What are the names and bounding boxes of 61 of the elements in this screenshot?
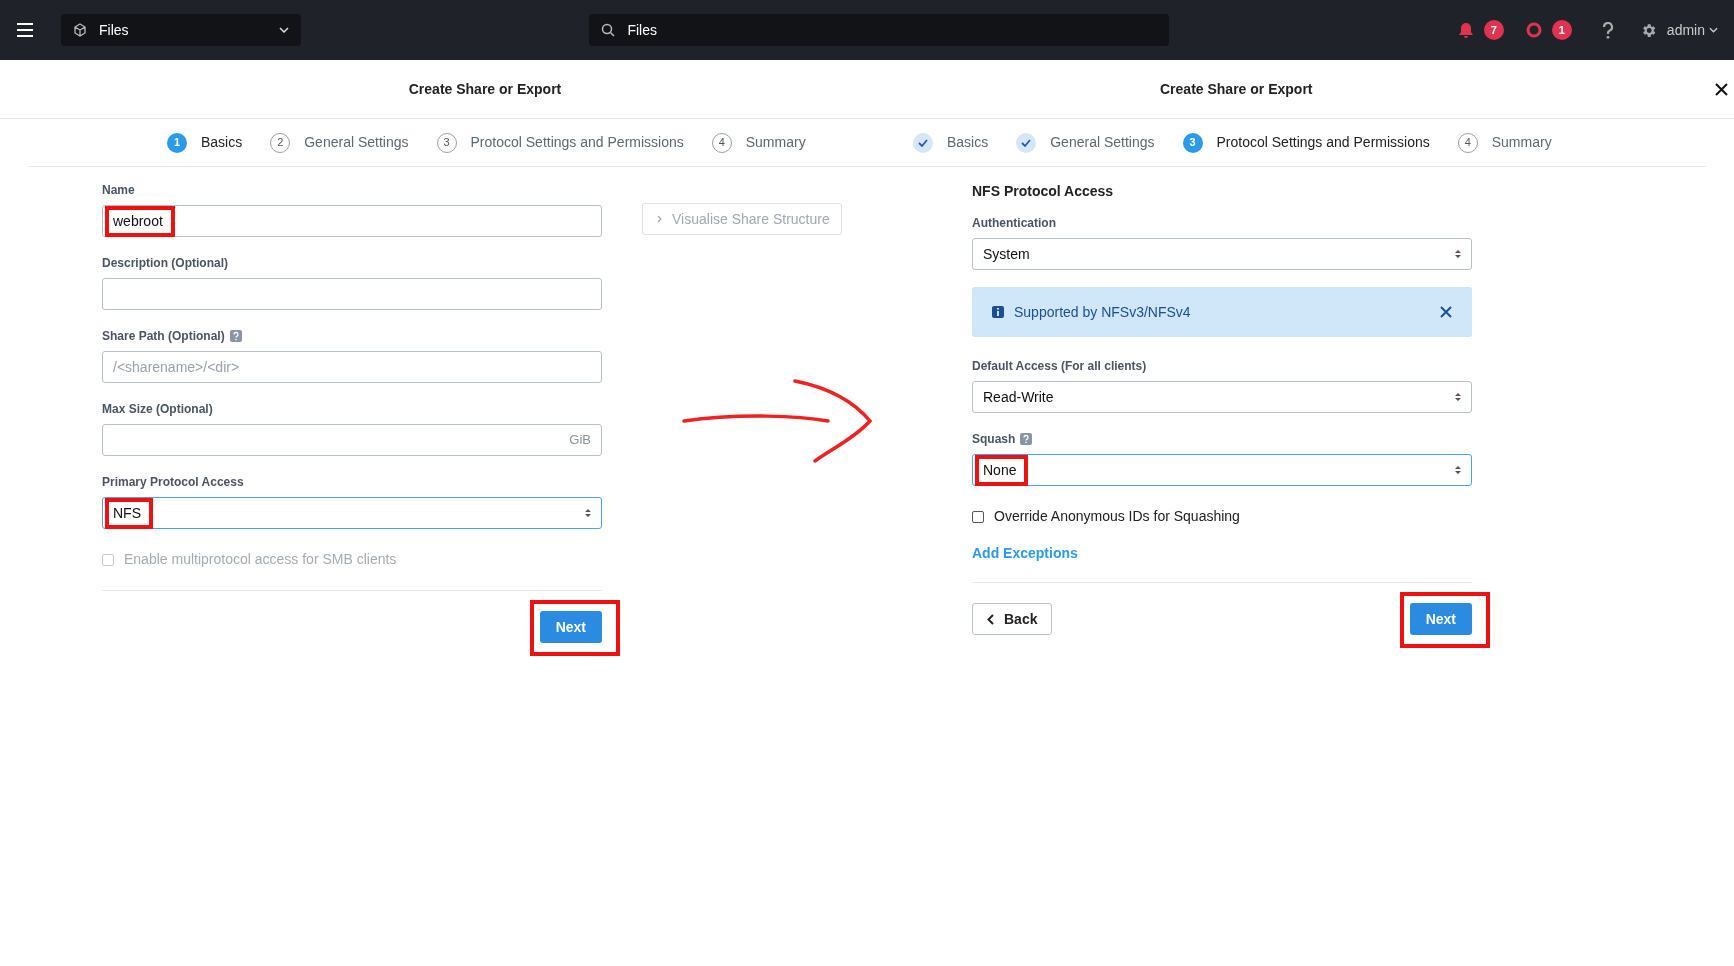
alert-count-badge: 7	[1483, 20, 1504, 40]
wizard-step[interactable]: 3 Protocol Settings and Permissions	[436, 132, 684, 153]
chevron-down-icon	[279, 27, 289, 33]
user-menu[interactable]: admin	[1666, 19, 1718, 41]
info-text: Supported by NFSv3/NFSv4	[1014, 302, 1192, 322]
app-selector[interactable]: Files	[61, 14, 301, 46]
next-button[interactable]: Next	[1409, 603, 1472, 635]
wizard-step[interactable]: 2 General Settings	[270, 132, 409, 153]
checkbox-label: Override Anonymous IDs for Squashing	[994, 507, 1240, 526]
step-number: 1	[167, 132, 187, 153]
unit-label: GiB	[569, 431, 591, 450]
help-icon[interactable]	[1601, 21, 1614, 39]
dialog-title: Create Share or Export	[408, 79, 562, 99]
chevron-left-icon	[987, 613, 994, 625]
wizard-step[interactable]: Basics	[913, 132, 989, 153]
step-number: 3	[1182, 132, 1203, 153]
input-field[interactable]	[102, 278, 602, 310]
close-icon[interactable]	[1715, 83, 1728, 96]
field-label: Default Access (For all clients)	[972, 358, 1147, 375]
select-arrows-icon	[585, 508, 591, 518]
checkbox[interactable]	[972, 510, 984, 523]
next-button[interactable]: Next	[539, 611, 602, 643]
dialog-title: Create Share or Export	[1160, 79, 1313, 99]
help-icon[interactable]	[229, 330, 242, 342]
field-label: Description (Optional)	[102, 255, 228, 272]
menu-icon[interactable]	[16, 22, 34, 38]
back-button[interactable]: Back	[972, 603, 1053, 635]
close-icon[interactable]	[1440, 306, 1452, 318]
bell-icon[interactable]	[1457, 21, 1474, 39]
ring-icon[interactable]	[1525, 22, 1542, 38]
chevron-right-icon	[657, 215, 662, 223]
field-label: Name	[102, 182, 135, 199]
select-field[interactable]: System	[972, 238, 1472, 270]
search-field[interactable]: Files	[589, 14, 1170, 46]
wizard-step[interactable]: 4 Summary	[1457, 132, 1552, 153]
select-field[interactable]: Read-Write	[972, 381, 1472, 413]
field-label: Share Path (Optional)	[102, 328, 225, 345]
chevron-down-icon	[1709, 27, 1718, 33]
field-label: Max Size (Optional)	[102, 401, 213, 418]
field-label: Primary Protocol Access	[102, 474, 244, 491]
search-icon	[601, 23, 616, 37]
wizard-step[interactable]: 4 Summary	[711, 132, 806, 153]
cube-icon	[73, 23, 87, 37]
field-label: Authentication	[972, 215, 1056, 232]
critical-count-badge: 1	[1551, 20, 1572, 40]
wizard-step[interactable]: 1 Basics	[167, 132, 243, 153]
check-icon	[913, 132, 933, 153]
select-arrows-icon	[1455, 465, 1461, 475]
wizard-step[interactable]: 3 Protocol Settings and Permissions	[1182, 132, 1430, 153]
select-field[interactable]: None	[972, 454, 1472, 486]
input-field[interactable]: webroot	[102, 205, 602, 237]
help-icon[interactable]	[1020, 433, 1033, 445]
select-arrows-icon	[1455, 392, 1461, 402]
checkbox-label: Enable multiprotocol access for SMB clients	[124, 550, 397, 569]
info-icon	[992, 306, 1004, 318]
select-arrows-icon	[1455, 249, 1461, 259]
field-label: Squash	[972, 431, 1016, 448]
wizard-step[interactable]: General Settings	[1016, 132, 1155, 153]
select-field[interactable]: NFS	[102, 497, 602, 529]
section-title: NFS Protocol Access	[972, 182, 1115, 201]
check-icon	[1016, 132, 1037, 153]
